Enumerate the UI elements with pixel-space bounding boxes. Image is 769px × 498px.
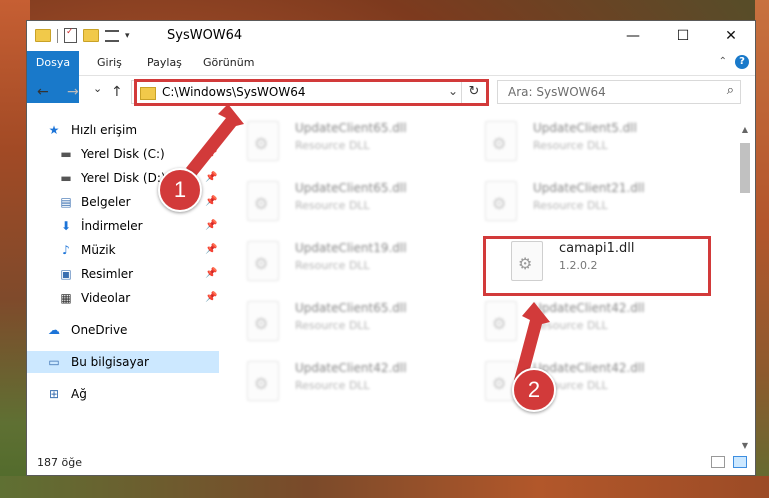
annotation-arrows	[186, 104, 550, 384]
step-2-badge: 2	[512, 368, 556, 412]
step-1-badge: 1	[158, 168, 202, 212]
arrow-1-icon	[186, 104, 244, 176]
